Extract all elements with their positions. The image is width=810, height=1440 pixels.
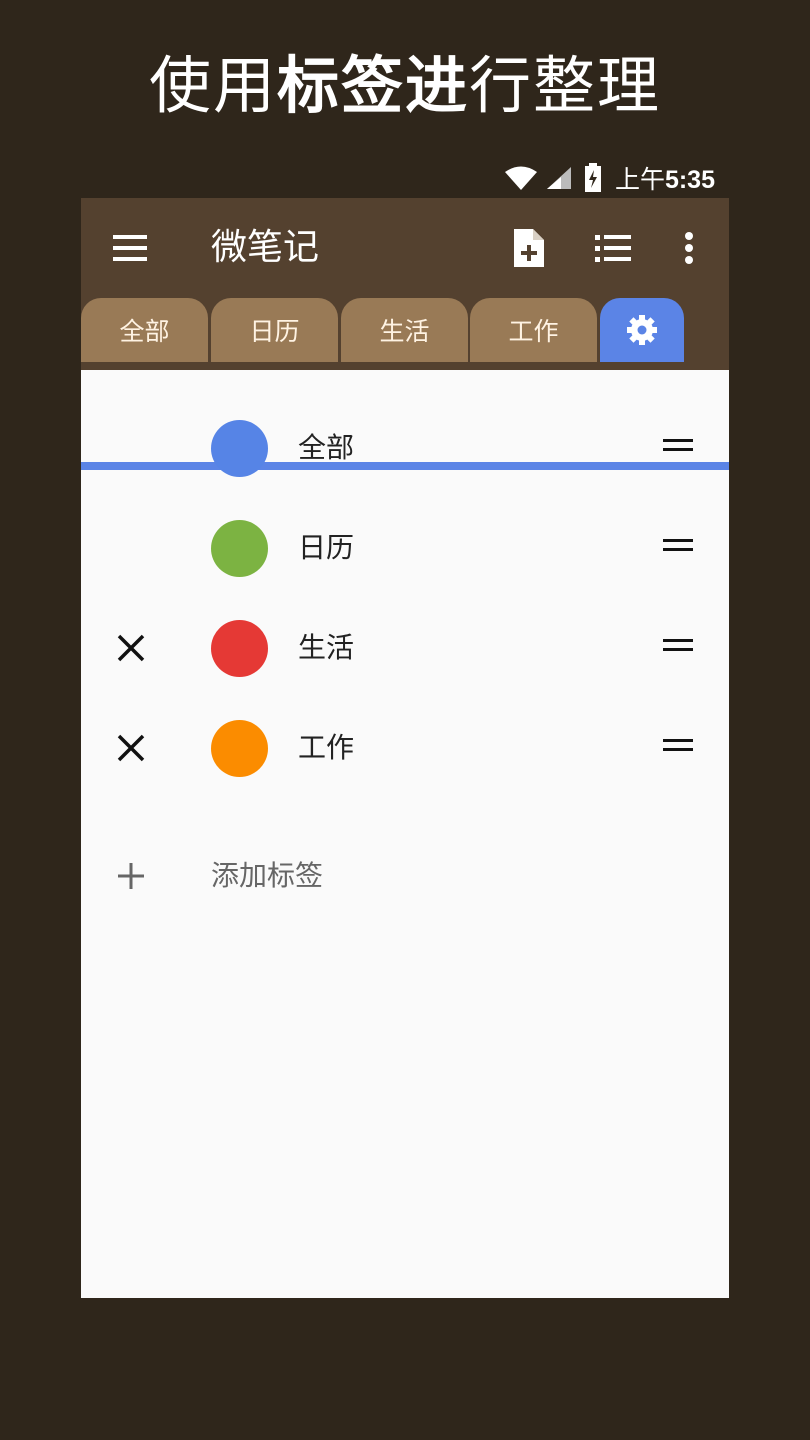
drag-handle-icon[interactable] xyxy=(663,739,693,757)
tag-color-dot xyxy=(211,720,268,777)
headline-bold: 标签进 xyxy=(276,49,469,122)
delete-tag-icon[interactable] xyxy=(111,628,151,668)
settings-gear-icon xyxy=(627,315,657,345)
app-title: 微笔记 xyxy=(211,227,320,268)
add-tag-button[interactable]: 添加标签 xyxy=(81,826,729,926)
hamburger-menu-icon[interactable] xyxy=(111,230,151,266)
tag-label: 工作 xyxy=(298,731,355,764)
status-bar: 上午5:35 xyxy=(81,158,729,198)
drag-handle-icon[interactable] xyxy=(663,539,693,557)
tab-settings[interactable] xyxy=(600,298,684,362)
tag-row-work[interactable]: 工作 xyxy=(81,698,729,798)
delete-tag-icon[interactable] xyxy=(111,728,151,768)
tag-label: 全部 xyxy=(298,431,355,464)
more-vert-icon[interactable] xyxy=(667,226,711,270)
drag-handle-icon[interactable] xyxy=(663,439,693,457)
tab-life[interactable]: 生活 xyxy=(341,298,468,362)
tag-label: 生活 xyxy=(298,631,355,664)
headline-part1: 使用 xyxy=(148,49,277,122)
headline-part2: 行整理 xyxy=(469,49,662,122)
tab-calendar[interactable]: 日历 xyxy=(211,298,338,362)
tag-color-dot xyxy=(211,420,268,477)
tab-work[interactable]: 工作 xyxy=(470,298,597,362)
status-time: 上午5:35 xyxy=(614,166,715,194)
app-window: 微笔记 全部 日历 生活 工作 全部 日历 生活 工作 添加标签 xyxy=(81,198,729,1298)
add-tag-label: 添加标签 xyxy=(211,859,324,892)
tag-row-life[interactable]: 生活 xyxy=(81,598,729,698)
tag-color-dot xyxy=(211,620,268,677)
tag-row-calendar[interactable]: 日历 xyxy=(81,498,729,598)
app-bar: 微笔记 xyxy=(81,198,729,298)
tag-tabs: 全部 日历 生活 工作 xyxy=(81,298,729,470)
drag-handle-icon[interactable] xyxy=(663,639,693,657)
tag-label: 日历 xyxy=(298,531,355,564)
promo-headline: 使用标签进行整理 xyxy=(0,48,810,124)
plus-icon xyxy=(111,856,151,896)
wifi-icon xyxy=(504,166,537,190)
signal-icon xyxy=(546,167,571,189)
tab-all[interactable]: 全部 xyxy=(81,298,208,362)
tag-row-all[interactable]: 全部 xyxy=(81,398,729,498)
note-add-icon[interactable] xyxy=(506,226,550,270)
battery-charging-icon xyxy=(584,163,601,192)
tag-color-dot xyxy=(211,520,268,577)
list-view-icon[interactable] xyxy=(591,226,635,270)
